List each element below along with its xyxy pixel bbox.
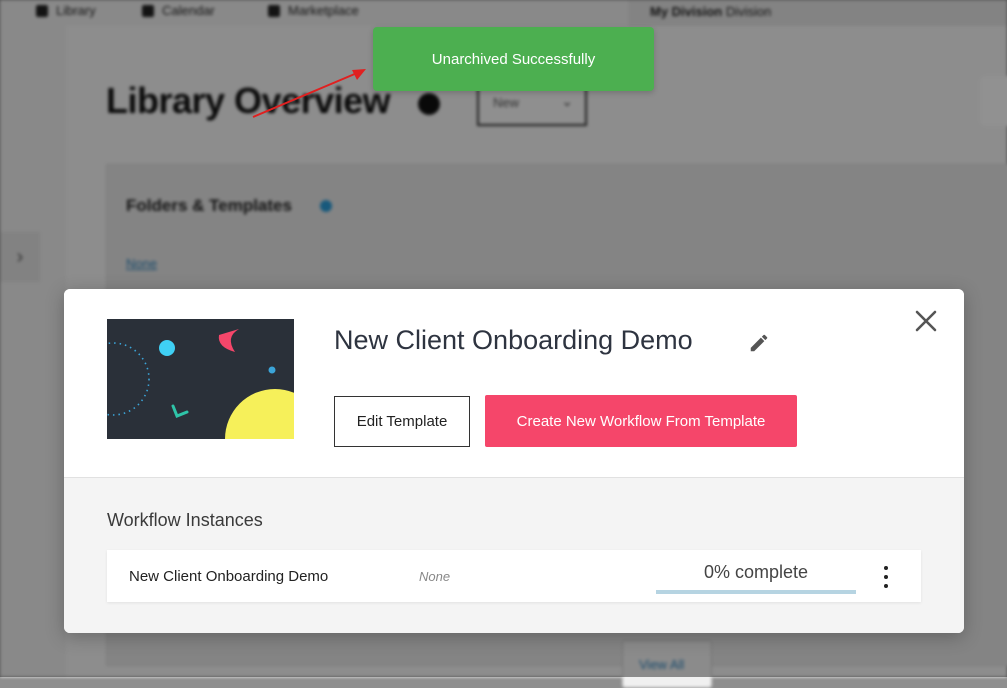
modal-title: New Client Onboarding Demo — [334, 325, 693, 355]
template-modal: New Client Onboarding Demo Edit Template… — [64, 289, 964, 633]
modal-body: Workflow Instances New Client Onboarding… — [64, 478, 964, 633]
instance-progress: 0% complete — [656, 560, 856, 594]
workflow-instance-row[interactable]: New Client Onboarding Demo None 0% compl… — [107, 550, 921, 602]
section-title: Workflow Instances — [107, 510, 263, 530]
progress-label: 0% complete — [703, 562, 809, 582]
instance-assignee: None — [419, 569, 451, 584]
close-icon[interactable] — [914, 309, 938, 333]
toast-message: Unarchived Successfully — [431, 50, 596, 68]
edit-template-button[interactable]: Edit Template — [334, 396, 470, 447]
more-options-icon[interactable] — [877, 566, 895, 588]
success-toast: Unarchived Successfully — [373, 27, 654, 91]
progress-track — [656, 590, 856, 594]
create-workflow-button[interactable]: Create New Workflow From Template — [485, 395, 797, 447]
instance-name[interactable]: New Client Onboarding Demo — [129, 568, 328, 585]
modal-header: New Client Onboarding Demo Edit Template… — [64, 289, 964, 478]
edit-pencil-icon[interactable] — [748, 332, 770, 354]
template-thumbnail — [107, 319, 294, 439]
